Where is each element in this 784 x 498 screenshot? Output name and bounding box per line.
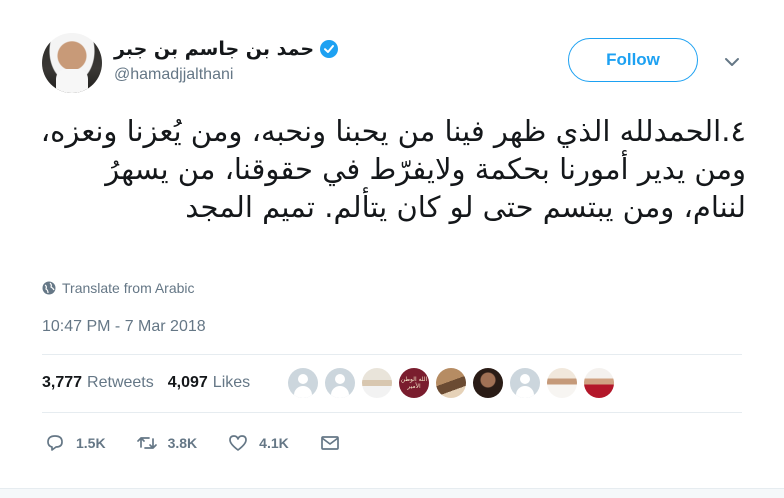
verified-badge-icon xyxy=(320,40,339,58)
retweets-label: Retweets xyxy=(87,374,154,391)
liker-avatar[interactable] xyxy=(362,368,392,398)
liker-avatar[interactable] xyxy=(288,368,318,398)
translate-label[interactable]: Translate from Arabic xyxy=(62,280,195,296)
retweet-count: 3.8K xyxy=(167,435,198,451)
avatar-robe xyxy=(56,69,88,93)
author-avatar[interactable] xyxy=(42,33,102,93)
like-action[interactable]: 4.1K xyxy=(227,432,289,454)
liker-avatar[interactable] xyxy=(436,368,466,398)
reply-count: 1.5K xyxy=(76,435,106,451)
liker-avatar[interactable] xyxy=(325,368,355,398)
reply-icon xyxy=(47,435,63,451)
retweet-action[interactable]: 3.8K xyxy=(136,432,198,454)
bottom-strip xyxy=(0,488,784,498)
chevron-down-icon[interactable] xyxy=(722,52,742,72)
retweets-count: 3,777 xyxy=(42,374,83,391)
tweet-card: حمد بن جاسم بن جبر @hamadjjalthani Follo… xyxy=(0,0,784,498)
likers-avatars: الله الوطن الأمير xyxy=(288,368,614,398)
author-handle[interactable]: @hamadjjalthani xyxy=(114,66,233,84)
tweet-stats: 3,777 Retweets 4,097 Likes xyxy=(42,374,250,392)
reply-action[interactable]: 1.5K xyxy=(44,432,106,454)
likes-count: 4,097 xyxy=(167,374,208,391)
liker-avatar[interactable] xyxy=(584,368,614,398)
divider-top xyxy=(42,354,742,355)
tweet-actions: 1.5K 3.8K 4.1K xyxy=(44,432,371,454)
liker-avatar[interactable] xyxy=(510,368,540,398)
divider-bottom xyxy=(42,412,742,413)
tweet-timestamp[interactable]: 10:47 PM - 7 Mar 2018 xyxy=(42,318,206,336)
liker-avatar[interactable] xyxy=(473,368,503,398)
direct-message-action[interactable] xyxy=(319,432,341,454)
author-name-row: حمد بن جاسم بن جبر xyxy=(114,38,339,60)
tweet-text: ٤.الحمدلله الذي ظهر فينا من يحبنا ونحبه،… xyxy=(40,114,746,224)
author-display-name[interactable]: حمد بن جاسم بن جبر xyxy=(114,38,314,60)
likes-label: Likes xyxy=(212,374,251,391)
follow-button[interactable]: Follow xyxy=(568,38,698,82)
liker-avatar[interactable]: الله الوطن الأمير xyxy=(399,368,429,398)
liker-avatar-caption: الله الوطن الأمير xyxy=(400,376,428,390)
heart-icon xyxy=(229,435,248,451)
retweets-stat[interactable]: 3,777 Retweets xyxy=(42,374,154,392)
retweet-icon xyxy=(136,437,157,449)
translate-link[interactable]: Translate from Arabic xyxy=(42,280,195,296)
envelope-icon xyxy=(320,436,339,450)
globe-icon xyxy=(42,281,56,295)
like-count: 4.1K xyxy=(259,435,289,451)
liker-avatar[interactable] xyxy=(547,368,577,398)
likes-stat[interactable]: 4,097 Likes xyxy=(168,374,250,392)
